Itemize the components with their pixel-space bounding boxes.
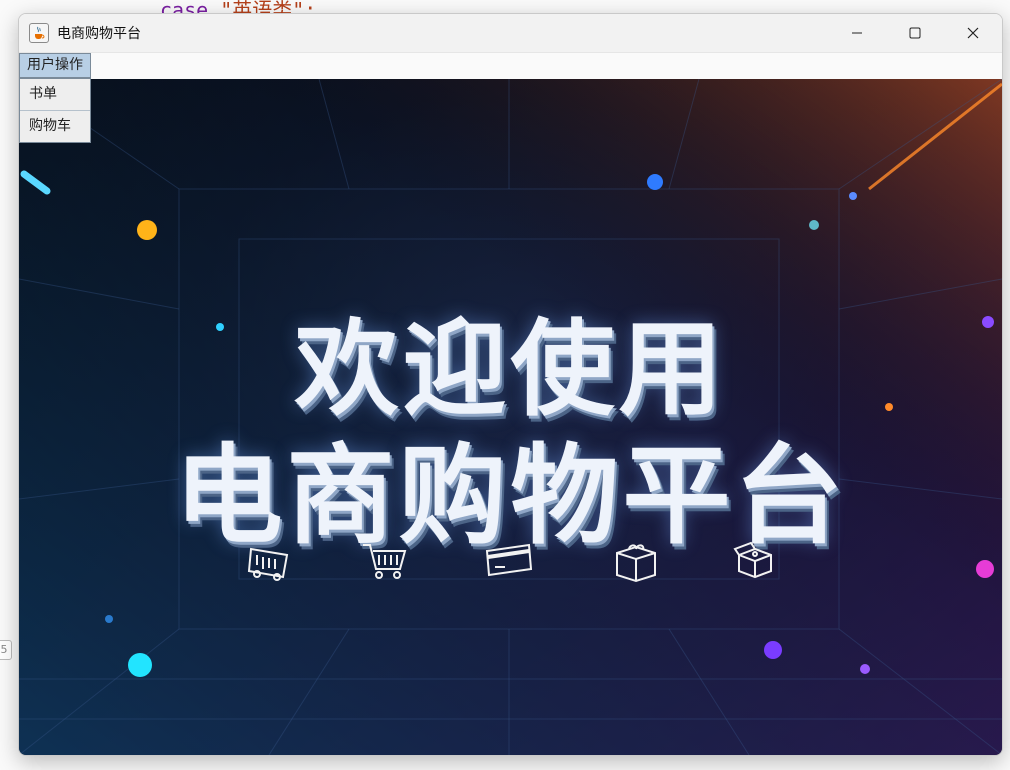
credit-card-icon [485, 543, 533, 577]
close-button[interactable] [944, 14, 1002, 52]
open-box-icon [733, 541, 772, 579]
ticket-icon [247, 547, 289, 581]
menu-item-book-list[interactable]: 书单 [20, 79, 90, 111]
welcome-banner: 欢迎使用 电商购物平台 [19, 79, 1002, 755]
minimize-button[interactable] [828, 14, 886, 52]
window-title: 电商购物平台 [57, 26, 141, 42]
shopping-cart-icon [363, 544, 407, 579]
java-cup-icon [29, 23, 49, 43]
maximize-icon [909, 27, 921, 39]
maximize-button[interactable] [886, 14, 944, 52]
user-operations-dropdown: 书单 购物车 [19, 78, 91, 143]
feature-icons-row [19, 541, 1002, 591]
menu-bar: 用户操作 [19, 53, 1002, 80]
minimize-icon [852, 32, 862, 34]
window-controls [828, 14, 1002, 52]
app-window: 电商购物平台 用户操作 书单 购物车 欢迎使用 电商购物平台 [18, 13, 1003, 756]
title-bar[interactable]: 电商购物平台 [19, 14, 1002, 53]
package-box-icon [616, 544, 656, 583]
menu-item-shopping-cart[interactable]: 购物车 [20, 111, 90, 142]
close-icon [967, 27, 979, 39]
menu-user-operations[interactable]: 用户操作 [19, 53, 91, 78]
editor-gutter-marker: 5 [0, 640, 12, 660]
